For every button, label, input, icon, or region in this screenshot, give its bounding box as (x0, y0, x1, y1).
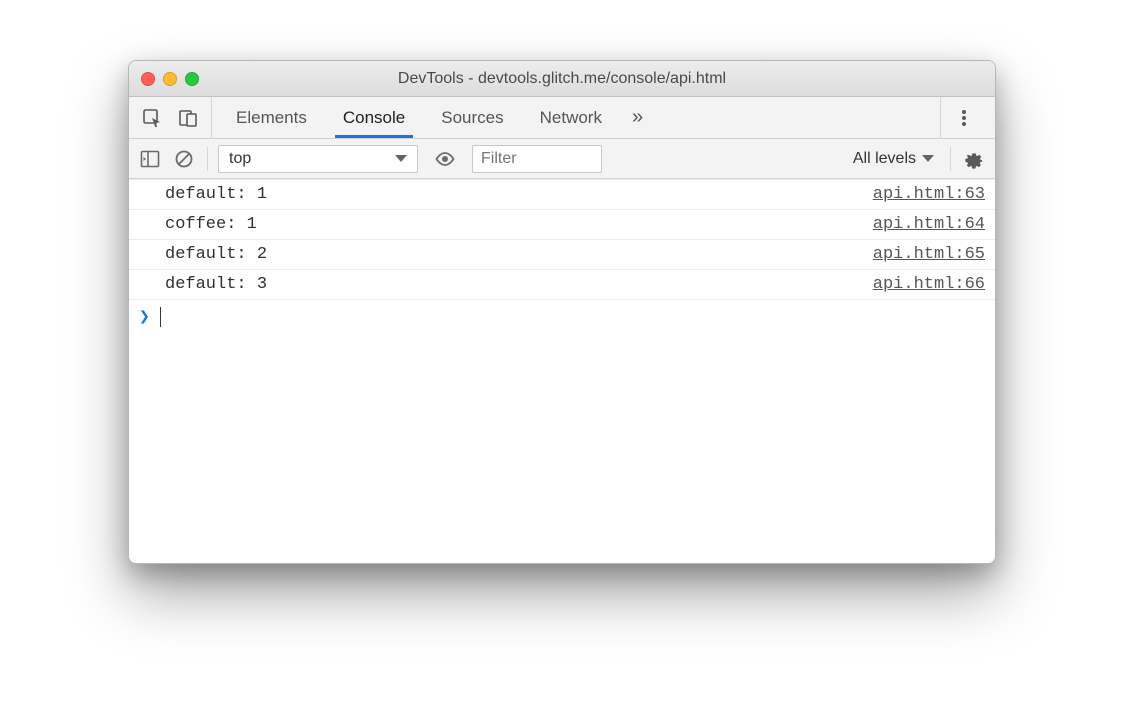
tabbar-right-icons (940, 97, 987, 138)
levels-label: All levels (853, 150, 916, 168)
chevron-down-icon (922, 155, 934, 162)
tabbar-left-icons (129, 97, 212, 138)
device-toolbar-icon[interactable] (177, 107, 199, 129)
zoom-window-button[interactable] (185, 72, 199, 86)
tab-elements[interactable]: Elements (218, 97, 325, 138)
inspect-element-icon[interactable] (141, 107, 163, 129)
execution-context-select[interactable]: top (218, 145, 418, 173)
close-window-button[interactable] (141, 72, 155, 86)
devtools-window: DevTools - devtools.glitch.me/console/ap… (128, 60, 996, 564)
kebab-menu-icon[interactable] (953, 107, 975, 129)
tab-label: Console (343, 108, 405, 128)
tab-console[interactable]: Console (325, 97, 423, 138)
log-message: default: 2 (165, 245, 267, 264)
text-caret (160, 307, 161, 327)
traffic-lights (141, 72, 199, 86)
console-log-row: coffee: 1 api.html:64 (129, 210, 995, 240)
log-source-link[interactable]: api.html:64 (873, 215, 985, 234)
console-prompt[interactable]: ❯ (129, 300, 995, 334)
clear-console-icon[interactable] (171, 146, 197, 172)
minimize-window-button[interactable] (163, 72, 177, 86)
tab-sources[interactable]: Sources (423, 97, 521, 138)
log-source-link[interactable]: api.html:63 (873, 185, 985, 204)
console-output: default: 1 api.html:63 coffee: 1 api.html:6… (129, 179, 995, 563)
filter-input[interactable] (472, 145, 602, 173)
tab-label: Elements (236, 108, 307, 128)
console-log-row: default: 3 api.html:66 (129, 270, 995, 300)
log-source-link[interactable]: api.html:66 (873, 275, 985, 294)
log-source-link[interactable]: api.html:65 (873, 245, 985, 264)
tab-label: Sources (441, 108, 503, 128)
tab-network[interactable]: Network (522, 97, 620, 138)
window-titlebar: DevTools - devtools.glitch.me/console/ap… (129, 61, 995, 97)
separator (207, 147, 208, 171)
chevron-down-icon (395, 155, 407, 162)
separator (950, 147, 951, 171)
log-levels-select[interactable]: All levels (847, 150, 940, 168)
tabs-overflow-button[interactable]: » (620, 97, 655, 138)
console-settings-icon[interactable] (961, 146, 987, 172)
tab-label: Network (540, 108, 602, 128)
live-expression-icon[interactable] (432, 146, 458, 172)
context-value: top (229, 150, 251, 168)
console-sidebar-toggle-icon[interactable] (137, 146, 163, 172)
console-toolbar: top All levels (129, 139, 995, 179)
chevrons-right-icon: » (632, 106, 643, 129)
log-message: default: 3 (165, 275, 267, 294)
console-log-row: default: 2 api.html:65 (129, 240, 995, 270)
log-message: default: 1 (165, 185, 267, 204)
window-title: DevTools - devtools.glitch.me/console/ap… (129, 70, 995, 88)
prompt-arrow-icon: ❯ (139, 306, 150, 328)
tabs-container: Elements Console Sources Network (212, 97, 620, 138)
log-message: coffee: 1 (165, 215, 257, 234)
devtools-tabbar: Elements Console Sources Network » (129, 97, 995, 139)
console-log-row: default: 1 api.html:63 (129, 179, 995, 210)
